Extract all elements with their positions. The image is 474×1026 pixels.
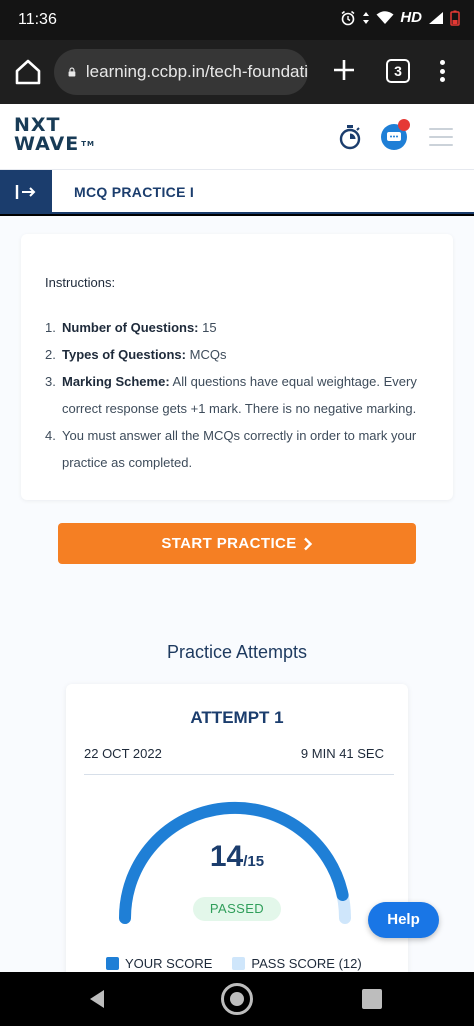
legend-pass-score-label: PASS SCORE (12) (251, 956, 362, 971)
wifi-icon (376, 10, 394, 24)
legend-pass-score: PASS SCORE (12) (232, 956, 362, 971)
divider (84, 774, 394, 775)
legend-swatch (106, 957, 119, 970)
app-header: NXT WAVE TM (0, 104, 474, 170)
stopwatch-button[interactable] (338, 124, 362, 150)
stopwatch-icon (339, 125, 361, 150)
legend-your-score-label: YOUR SCORE (125, 956, 213, 971)
home-dot-icon (230, 992, 244, 1006)
dot-icon (439, 68, 445, 74)
sidebar-toggle-button[interactable] (0, 170, 52, 214)
recent-apps-icon[interactable] (362, 989, 382, 1009)
browser-home-button[interactable] (12, 56, 44, 88)
chevron-right-icon (303, 537, 312, 550)
battery-icon (450, 10, 460, 26)
status-bar: 11:36 HD (0, 0, 474, 40)
status-icons: HD (340, 9, 460, 26)
system-navigation-bar (0, 972, 474, 1026)
browser-toolbar: learning.ccbp.in/tech-foundati 3 (0, 40, 474, 104)
attempt-card: ATTEMPT 1 22 OCT 2022 9 MIN 41 SEC 14/15… (66, 684, 408, 972)
browser-menu-button[interactable] (436, 56, 448, 86)
alarm-icon (341, 10, 355, 25)
instruction-item: 3. Marking Scheme: All questions have equ… (45, 374, 417, 416)
back-icon[interactable] (88, 989, 106, 1009)
page-title: MCQ PRACTICE I (74, 184, 195, 200)
menu-line (429, 128, 453, 130)
dot-icon (439, 77, 445, 82)
plus-icon (334, 60, 354, 80)
instructions-heading: Instructions: (45, 275, 116, 290)
attempt-date: 22 OCT 2022 (84, 746, 162, 761)
legend-your-score: YOUR SCORE (106, 956, 212, 971)
score-total: /15 (243, 853, 265, 870)
logo-line2: WAVE (14, 133, 80, 155)
practice-attempts-heading: Practice Attempts (166, 642, 308, 662)
chat-icon (381, 119, 410, 150)
instructions-card: Instructions: 1. Number of Questions: 15 … (21, 234, 453, 500)
dot-icon (439, 60, 445, 65)
home-button[interactable] (221, 983, 253, 1015)
nxtwave-logo[interactable]: NXT WAVE TM (14, 116, 95, 154)
attempt-duration: 9 MIN 41 SEC (300, 746, 384, 761)
start-practice-button[interactable]: START PRACTICE (58, 523, 416, 564)
new-tab-button[interactable] (330, 56, 358, 84)
chat-button[interactable] (379, 118, 413, 152)
score-value: 14 (209, 840, 244, 873)
address-bar-url: learning.ccbp.in/tech-foundati (85, 62, 308, 81)
menu-line (429, 136, 453, 138)
page-title-bar: MCQ PRACTICE I (0, 170, 474, 214)
instruction-item: 1. Number of Questions: 15 (45, 320, 217, 335)
menu-line (429, 144, 453, 146)
status-time: 11:36 (18, 11, 57, 28)
address-bar[interactable]: learning.ccbp.in/tech-foundati (54, 49, 308, 95)
lock-icon (68, 67, 76, 77)
network-type-label: HD (400, 9, 422, 26)
instruction-item: 4. You must answer all the MCQs correctly… (45, 428, 417, 470)
home-icon (15, 59, 41, 85)
attempt-title: ATTEMPT 1 (190, 708, 284, 727)
instruction-item: 2. Types of Questions: MCQs (45, 347, 227, 362)
instructions-list: 1. Number of Questions: 15 2. Types of Que… (45, 314, 441, 476)
status-badge: PASSED (193, 897, 281, 921)
score-legend: YOUR SCORE PASS SCORE (12) (106, 956, 362, 971)
tab-switcher-button[interactable]: 3 (386, 59, 410, 83)
hamburger-menu-button[interactable] (429, 128, 453, 146)
score-display: 14/15 (66, 840, 408, 874)
main-content: Instructions: 1. Number of Questions: 15 … (0, 216, 474, 972)
data-transfer-icon (363, 11, 370, 24)
logo-tm: TM (81, 140, 95, 148)
start-practice-label: START PRACTICE (161, 535, 297, 552)
expand-sidebar-icon (15, 185, 36, 199)
signal-icon (429, 11, 443, 24)
legend-swatch (232, 957, 246, 970)
help-button[interactable]: Help (368, 902, 439, 938)
